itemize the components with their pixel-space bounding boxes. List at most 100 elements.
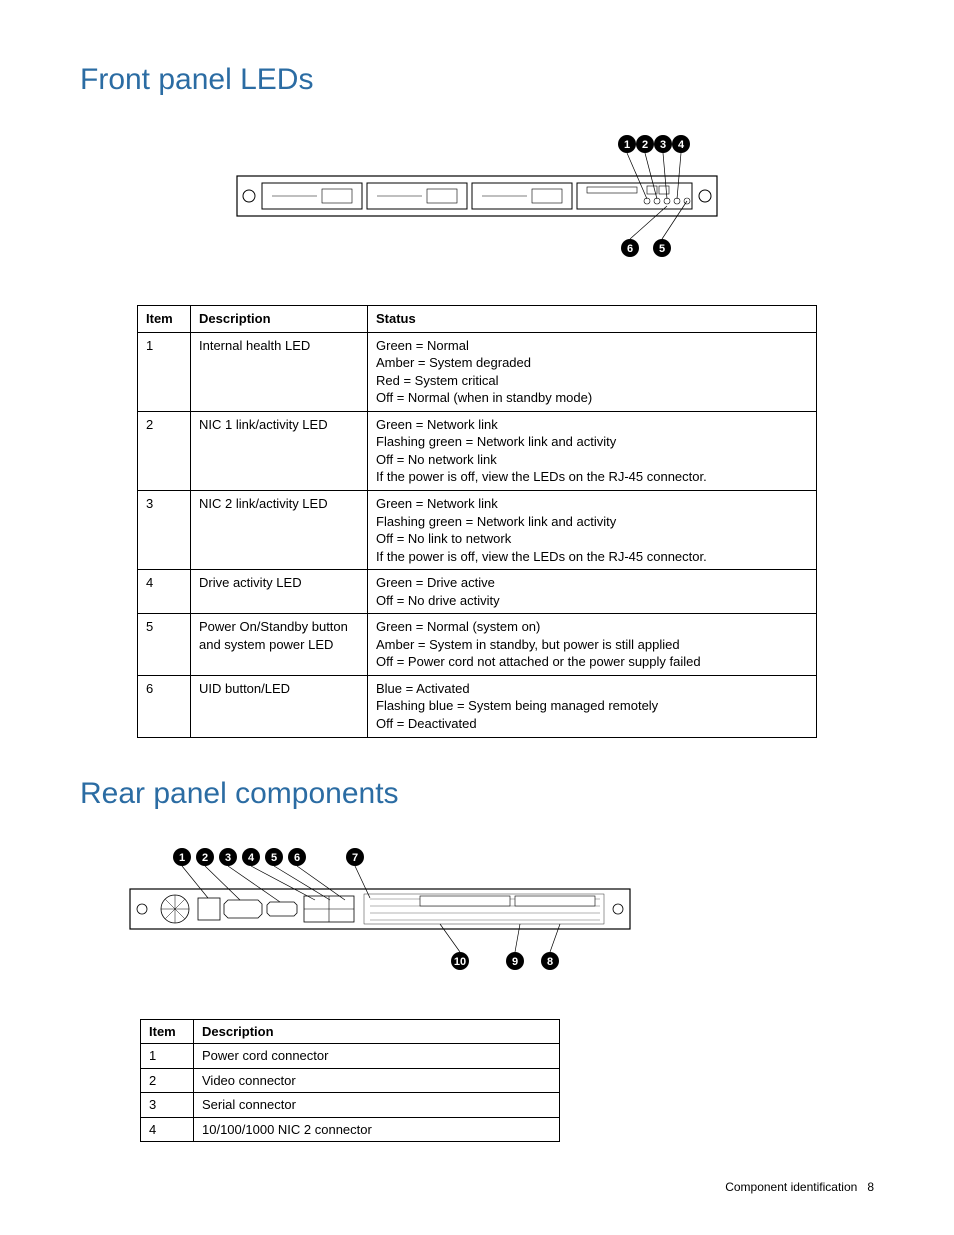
cell-description: Power cord connector [194,1044,560,1069]
callout-badge: 3 [654,135,672,153]
table-row: 6UID button/LEDBlue = ActivatedFlashing … [138,675,817,737]
page-footer: Component identification 8 [725,1179,874,1195]
table-row: 1Power cord connector [141,1044,560,1069]
status-line: If the power is off, view the LEDs on th… [376,468,808,486]
svg-text:7: 7 [352,852,358,864]
status-line: Green = Normal (system on) [376,618,808,636]
callout-badge: 4 [242,848,260,866]
callout-badge: 1 [173,848,191,866]
callout-badge: 2 [636,135,654,153]
table-row: 410/100/1000 NIC 2 connector [141,1117,560,1142]
svg-text:3: 3 [660,139,666,151]
status-line: Red = System critical [376,372,808,390]
col-header-status: Status [368,306,817,333]
svg-text:4: 4 [678,139,685,151]
table-row: 2NIC 1 link/activity LEDGreen = Network … [138,411,817,490]
callout-badge: 7 [346,848,364,866]
table-row: 4Drive activity LEDGreen = Drive activeO… [138,570,817,614]
cell-item: 2 [138,411,191,490]
cell-description: Power On/Standby button and system power… [191,614,368,676]
cell-item: 3 [141,1093,194,1118]
callout-badge: 8 [541,952,559,970]
table-row: 1Internal health LEDGreen = NormalAmber … [138,332,817,411]
footer-page: 8 [867,1180,874,1194]
status-line: Green = Network link [376,495,808,513]
cell-status: Green = NormalAmber = System degradedRed… [368,332,817,411]
callout-badge: 5 [653,239,671,257]
status-line: Off = No drive activity [376,592,808,610]
cell-item: 2 [141,1068,194,1093]
cell-description: Video connector [194,1068,560,1093]
callout-badge: 3 [219,848,237,866]
status-line: Off = Power cord not attached or the pow… [376,653,808,671]
table-row: 5Power On/Standby button and system powe… [138,614,817,676]
cell-status: Blue = ActivatedFlashing blue = System b… [368,675,817,737]
svg-text:8: 8 [547,956,553,968]
callout-badge: 6 [621,239,639,257]
rear-panel-figure: 1 2 3 4 5 6 7 [120,844,874,979]
status-line: Amber = System in standby, but power is … [376,636,808,654]
status-line: Off = Normal (when in standby mode) [376,389,808,407]
status-line: Off = No network link [376,451,808,469]
svg-text:3: 3 [225,852,231,864]
status-line: Flashing blue = System being managed rem… [376,697,808,715]
status-line: Green = Network link [376,416,808,434]
cell-description: NIC 2 link/activity LED [191,490,368,569]
status-line: Green = Drive active [376,574,808,592]
table-row: 2Video connector [141,1068,560,1093]
col-header-item: Item [141,1019,194,1044]
svg-text:6: 6 [627,243,633,255]
svg-text:5: 5 [271,852,277,864]
cell-description: NIC 1 link/activity LED [191,411,368,490]
table-row: 3NIC 2 link/activity LEDGreen = Network … [138,490,817,569]
front-panel-leds-table: Item Description Status 1Internal health… [137,305,817,737]
cell-item: 3 [138,490,191,569]
cell-item: 1 [141,1044,194,1069]
status-line: If the power is off, view the LEDs on th… [376,548,808,566]
svg-text:5: 5 [659,243,665,255]
cell-item: 1 [138,332,191,411]
section-title-front-panel-leds: Front panel LEDs [80,60,874,101]
callout-badge: 2 [196,848,214,866]
svg-text:10: 10 [454,956,466,968]
cell-status: Green = Network linkFlashing green = Net… [368,411,817,490]
col-header-description: Description [194,1019,560,1044]
footer-section: Component identification [725,1180,857,1194]
cell-description: UID button/LED [191,675,368,737]
svg-text:4: 4 [248,852,255,864]
svg-text:1: 1 [624,139,630,151]
table-row: 3Serial connector [141,1093,560,1118]
col-header-description: Description [191,306,368,333]
cell-description: 10/100/1000 NIC 2 connector [194,1117,560,1142]
callout-badge: 5 [265,848,283,866]
status-line: Flashing green = Network link and activi… [376,513,808,531]
cell-status: Green = Normal (system on)Amber = System… [368,614,817,676]
svg-text:9: 9 [512,956,518,968]
cell-item: 4 [138,570,191,614]
cell-status: Green = Drive activeOff = No drive activ… [368,570,817,614]
cell-description: Internal health LED [191,332,368,411]
status-line: Blue = Activated [376,680,808,698]
svg-text:2: 2 [202,852,208,864]
section-title-rear-panel-components: Rear panel components [80,774,874,815]
front-panel-figure: 1234 [80,131,874,266]
callout-badge: 10 [451,952,469,970]
cell-status: Green = Network linkFlashing green = Net… [368,490,817,569]
col-header-item: Item [138,306,191,333]
svg-text:2: 2 [642,139,648,151]
callout-badge: 9 [506,952,524,970]
callout-badge: 1 [618,135,636,153]
callout-badge: 6 [288,848,306,866]
cell-item: 5 [138,614,191,676]
status-line: Off = No link to network [376,530,808,548]
cell-item: 4 [141,1117,194,1142]
rear-panel-components-table: Item Description 1Power cord connector2V… [140,1019,560,1143]
cell-description: Serial connector [194,1093,560,1118]
svg-text:1: 1 [179,852,185,864]
cell-item: 6 [138,675,191,737]
status-line: Flashing green = Network link and activi… [376,433,808,451]
status-line: Amber = System degraded [376,354,808,372]
callout-badge: 4 [672,135,690,153]
svg-text:6: 6 [294,852,300,864]
cell-description: Drive activity LED [191,570,368,614]
